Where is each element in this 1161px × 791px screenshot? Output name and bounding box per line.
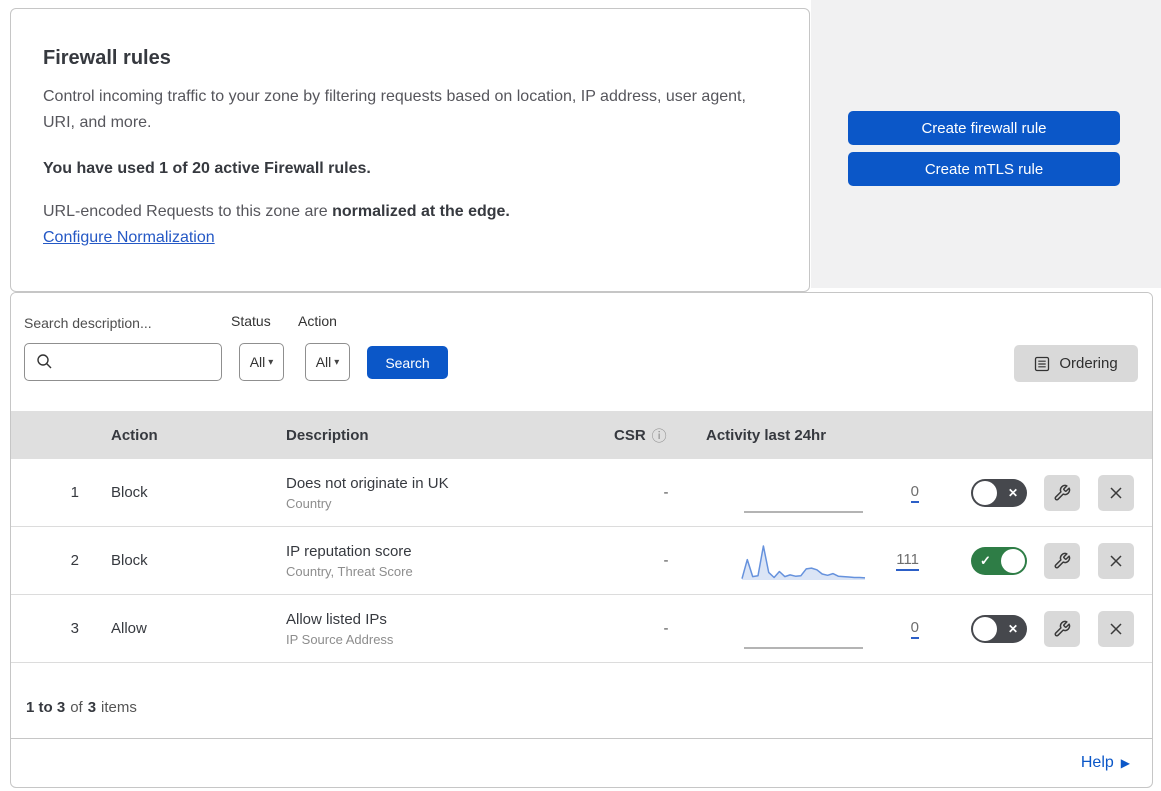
activity-sparkline — [744, 646, 863, 649]
wrench-icon — [1054, 484, 1071, 500]
delete-rule-button[interactable] — [1098, 542, 1134, 579]
delete-rule-button[interactable] — [1098, 610, 1134, 647]
activity-column-header: Activity last 24hr — [706, 426, 827, 444]
action-filter-dropdown[interactable]: All ▾ — [305, 343, 350, 381]
pagination-summary: 1 to 3 of 3 items — [11, 663, 1152, 739]
usage-summary: You have used 1 of 20 active Firewall ru… — [43, 160, 371, 177]
close-icon — [1110, 622, 1122, 635]
rule-controls-cell: ✓ ✕ — [941, 474, 1152, 511]
firewall-rules-page: Firewall rules Control incoming traffic … — [0, 0, 1161, 791]
rule-action: Block — [111, 484, 148, 501]
rule-description-cell: Allow listed IPs IP Source Address — [286, 611, 601, 647]
chevron-down-icon: ▾ — [268, 356, 274, 368]
search-description-label: Search description... — [24, 315, 152, 331]
intro-card: Firewall rules Control incoming traffic … — [10, 8, 810, 292]
cross-icon: ✕ — [1007, 485, 1018, 500]
rule-enabled-toggle[interactable]: ✓ ✕ — [971, 546, 1027, 575]
activity-count-link[interactable]: 0 — [910, 483, 919, 503]
items-of: of — [70, 699, 83, 716]
create-mtls-rule-button[interactable]: Create mTLS rule — [848, 152, 1120, 186]
action-filter-value: All — [315, 354, 332, 370]
items-range: 1 to 3 — [26, 699, 66, 716]
activity-sparkline — [741, 544, 866, 580]
delete-rule-button[interactable] — [1098, 474, 1134, 511]
description-column-header: Description — [286, 426, 369, 444]
rule-description-cell: Does not originate in UK Country — [286, 475, 601, 511]
rule-priority: 1 — [70, 484, 79, 501]
rule-priority: 2 — [70, 552, 79, 569]
normalization-text: URL-encoded Requests to this zone are — [43, 203, 333, 220]
check-icon: ✓ — [980, 552, 991, 568]
rules-list-card: Search description... Status Action All … — [10, 292, 1153, 788]
csr-column-header: CSR ⓘ — [601, 425, 691, 446]
items-total: 3 — [87, 699, 97, 716]
rule-activity-cell: 111 — [691, 539, 941, 583]
cross-icon: ✕ — [1007, 621, 1018, 636]
status-filter-value: All — [249, 354, 266, 370]
csr-header-label: CSR — [614, 426, 646, 444]
normalization-note: URL-encoded Requests to this zone are no… — [43, 203, 777, 221]
action-column-header: Action — [111, 426, 158, 444]
help-bar: Help ▶ — [11, 739, 1152, 786]
items-word: items — [101, 699, 137, 716]
rule-criteria: IP Source Address — [286, 631, 394, 647]
rule-description: Allow listed IPs — [286, 610, 387, 628]
ordering-button-label: Ordering — [1059, 355, 1118, 372]
toggle-knob — [973, 480, 997, 505]
edit-rule-button[interactable] — [1044, 610, 1080, 647]
rule-activity-cell: 0 — [691, 471, 941, 515]
table-row: 3 Allow Allow listed IPs IP Source Addre… — [11, 595, 1152, 663]
close-icon — [1110, 554, 1122, 567]
rule-description: IP reputation score — [286, 542, 412, 560]
rule-priority: 3 — [70, 620, 79, 637]
edit-rule-button[interactable] — [1044, 474, 1080, 511]
table-row: 1 Block Does not originate in UK Country… — [11, 459, 1152, 527]
toggle-knob — [973, 616, 997, 641]
chevron-down-icon: ▾ — [334, 356, 340, 368]
rule-enabled-toggle[interactable]: ✓ ✕ — [971, 478, 1027, 507]
normalization-bold-text: normalized at the edge. — [332, 203, 510, 220]
filter-bar: Search description... Status Action All … — [11, 293, 1152, 411]
table-row: 2 Block IP reputation score Country, Thr… — [11, 527, 1152, 595]
rule-action: Allow — [111, 620, 147, 637]
search-input[interactable] — [24, 343, 222, 381]
ordering-button[interactable]: Ordering — [1014, 345, 1138, 382]
rule-activity-cell: 0 — [691, 607, 941, 651]
help-link[interactable]: Help ▶ — [1081, 754, 1130, 772]
table-header-row: Action Description CSR ⓘ Activity last 2… — [11, 411, 1152, 459]
rule-controls-cell: ✓ ✕ — [941, 610, 1152, 647]
help-arrow-icon: ▶ — [1120, 755, 1130, 770]
page-description: Control incoming traffic to your zone by… — [43, 88, 746, 131]
status-filter-label: Status — [231, 313, 271, 329]
rule-controls-cell: ✓ ✕ — [941, 542, 1152, 579]
create-firewall-rule-button[interactable]: Create firewall rule — [848, 111, 1120, 145]
activity-count-link[interactable]: 0 — [910, 619, 919, 639]
activity-count-link[interactable]: 111 — [896, 551, 919, 571]
page-title: Firewall rules — [43, 47, 171, 69]
status-filter-dropdown[interactable]: All ▾ — [239, 343, 284, 381]
rule-csr-value: - — [663, 484, 669, 501]
ordering-list-icon — [1035, 356, 1050, 371]
search-button[interactable]: Search — [367, 346, 448, 379]
toggle-knob — [1001, 548, 1025, 573]
rule-description-cell: IP reputation score Country, Threat Scor… — [286, 543, 601, 579]
rule-criteria: Country, Threat Score — [286, 563, 413, 579]
rule-action: Block — [111, 552, 148, 569]
rule-enabled-toggle[interactable]: ✓ ✕ — [971, 614, 1027, 643]
help-label: Help — [1080, 753, 1114, 771]
rule-criteria: Country — [286, 495, 332, 511]
rule-csr-value: - — [663, 552, 669, 569]
edit-rule-button[interactable] — [1044, 542, 1080, 579]
close-icon — [1110, 486, 1122, 499]
activity-sparkline — [744, 510, 863, 513]
configure-normalization-link[interactable]: Configure Normalization — [43, 229, 215, 247]
wrench-icon — [1054, 552, 1071, 568]
rule-csr-value: - — [663, 620, 669, 637]
rule-description: Does not originate in UK — [286, 474, 449, 492]
actions-panel: Create firewall rule Create mTLS rule — [811, 0, 1161, 288]
action-filter-label: Action — [298, 313, 337, 329]
search-field-wrap — [24, 343, 222, 381]
info-icon[interactable]: ⓘ — [652, 425, 667, 446]
wrench-icon — [1054, 620, 1071, 636]
